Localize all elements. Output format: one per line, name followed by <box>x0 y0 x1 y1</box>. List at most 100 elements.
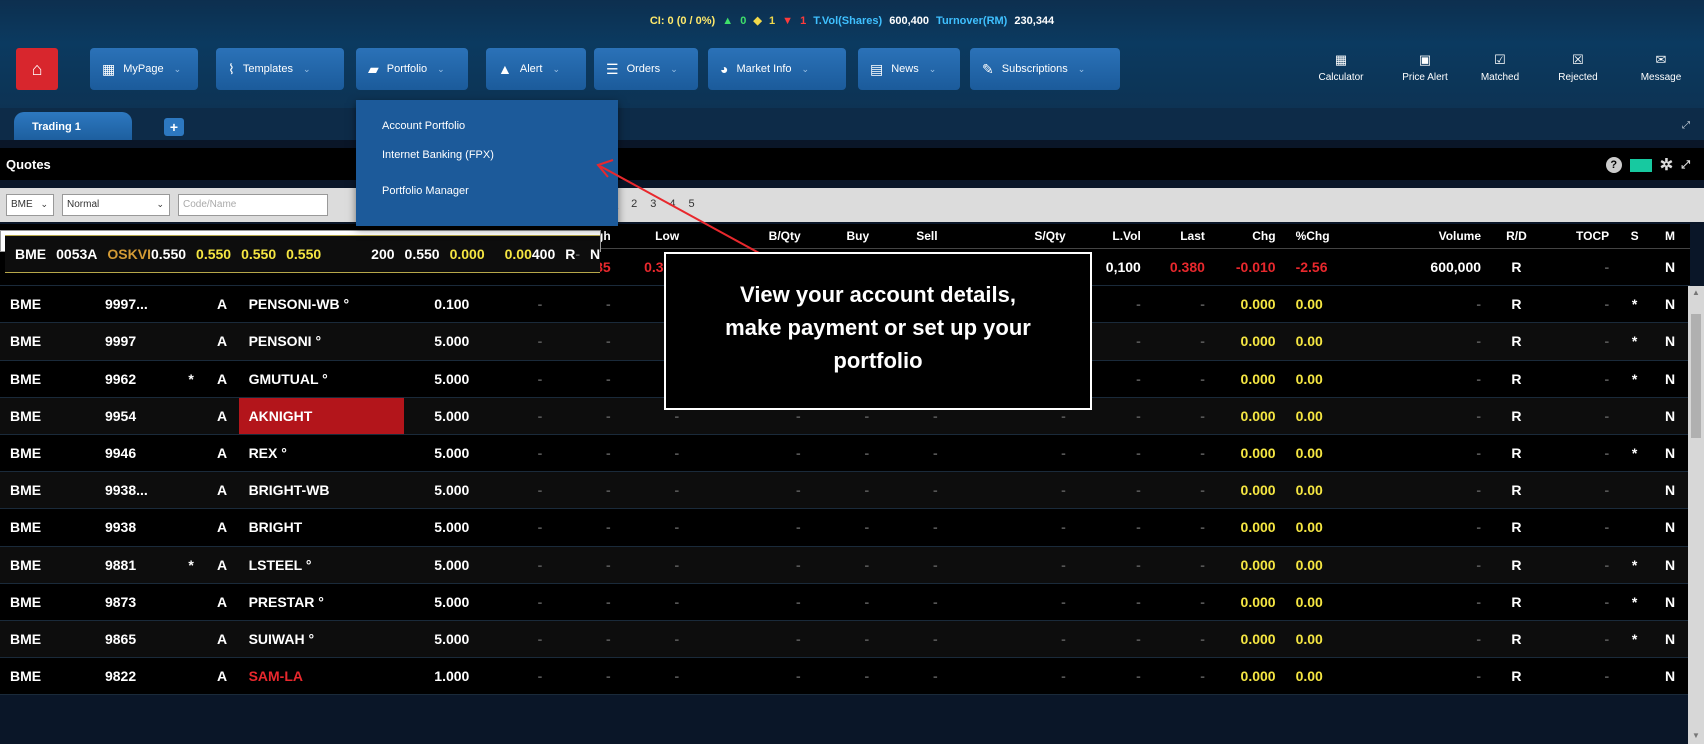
cell-high: - <box>552 620 621 659</box>
table-row[interactable]: BME 0053 A OSKVI 0.550 0.550 0.550 0.550 200 0.55… <box>0 230 602 274</box>
nav-subscriptions[interactable]: ✎ Subscriptions ⌄ <box>970 48 1120 90</box>
price-alert-button[interactable]: ▣ Price Alert <box>1390 52 1460 92</box>
calculator-button[interactable]: ▦ Calculator <box>1306 52 1376 92</box>
nav-portfolio[interactable]: ▰ Portfolio ⌄ <box>356 48 468 90</box>
cell-tocp: - <box>575 234 591 274</box>
col-header-low[interactable]: Low <box>620 224 690 249</box>
cell-pchg: 0.00 <box>1285 434 1363 473</box>
table-row[interactable]: BME 9946 A REX ° 5.000- - - - - - - - -0.000 0.00- R - *… <box>0 434 1690 473</box>
cell-pchg: 0.00 <box>1285 657 1363 696</box>
chevron-down-icon: ⌄ <box>156 199 164 209</box>
color-theme-icon[interactable] <box>1629 158 1652 172</box>
nav-mypage[interactable]: ▦ MyPage ⌄ <box>90 48 198 90</box>
cell-m: N <box>1650 508 1690 547</box>
col-header-lvol[interactable]: L.Vol <box>1075 224 1151 249</box>
tab-trading-1[interactable]: Trading 1 <box>14 112 132 140</box>
col-header-volume[interactable]: Volume <box>1362 224 1492 249</box>
cell-exch: BME <box>0 583 95 621</box>
cell-n <box>176 583 206 621</box>
cell-high: - <box>552 546 621 584</box>
cell-s: * <box>1619 583 1651 621</box>
col-header-tocp[interactable]: TOCP <box>1541 224 1620 249</box>
vertical-scrollbar[interactable]: ▲ ▼ <box>1688 286 1704 744</box>
cell-chg: 0.000 <box>449 234 495 274</box>
rejected-button[interactable]: ☒ Rejected <box>1546 52 1610 92</box>
menu-item-portfolio-manager[interactable]: Portfolio Manager <box>356 178 618 216</box>
cell-low: - <box>620 434 690 473</box>
cell-m: N <box>1650 434 1690 473</box>
nav-orders[interactable]: ☰ Orders ⌄ <box>594 48 698 90</box>
gear-icon[interactable]: ✲ <box>1660 155 1673 175</box>
col-header-m[interactable]: M <box>1650 224 1690 249</box>
cell-sqty <box>361 234 372 274</box>
cell-volume: - <box>1362 360 1492 398</box>
cell-tocp: - <box>1541 620 1620 659</box>
cell-sts: A <box>205 583 239 621</box>
cell-open: - <box>479 546 553 584</box>
page-3[interactable]: 3 <box>650 198 656 210</box>
scroll-up-icon[interactable]: ▲ <box>1692 288 1700 297</box>
cell-bqty: - <box>689 434 811 473</box>
expand-icon[interactable]: ⤢ <box>1682 120 1690 131</box>
cell-s: * <box>1619 546 1651 584</box>
add-tab-button[interactable]: + <box>164 118 184 136</box>
help-icon[interactable]: ? <box>1605 157 1622 173</box>
cell-chg: 0.000 <box>1214 397 1286 435</box>
menu-item-account-portfolio[interactable]: Account Portfolio <box>356 100 618 142</box>
col-header-bqty[interactable]: B/Qty <box>689 224 811 249</box>
cell-n <box>176 471 206 510</box>
cell-name: BRIGHT-WB <box>238 471 405 510</box>
table-row[interactable]: BME 9938... A BRIGHT-WB 5.000- - - - - - - - -0.000 0… <box>0 471 1690 510</box>
cell-last: - <box>1150 620 1215 659</box>
page-4[interactable]: 4 <box>669 198 675 210</box>
home-button[interactable]: ⌂ <box>16 48 58 90</box>
cell-tocp: - <box>1541 546 1620 584</box>
table-row[interactable]: BME 9881 * A LSTEEL ° 5.000- - - - - - - - -0.000 0.00… <box>0 546 1690 584</box>
scroll-down-icon[interactable]: ▼ <box>1692 731 1700 740</box>
table-row[interactable]: BME 9938 A BRIGHT 5.000- - - - - - - - -0.000 0.00- R -… <box>0 508 1690 547</box>
scrollbar-thumb[interactable] <box>1691 314 1701 438</box>
col-header-s[interactable]: S <box>1619 224 1651 249</box>
cell-n <box>176 322 206 361</box>
message-button[interactable]: ✉ Message <box>1626 52 1696 92</box>
col-header-rd[interactable]: R/D <box>1491 224 1542 249</box>
col-header-sell[interactable]: Sell <box>879 224 948 249</box>
col-header-buy[interactable]: Buy <box>810 224 880 249</box>
col-header-chg[interactable]: Chg <box>1214 224 1286 249</box>
cell-last: - <box>1150 657 1215 696</box>
nav-news[interactable]: ▤ News ⌄ <box>858 48 960 90</box>
nav-alert[interactable]: ▲ Alert ⌄ <box>486 48 586 90</box>
table-row[interactable]: BME 9865 A SUIWAH ° 5.000- - - - - - - - -0.000 0.00-… <box>0 620 1690 659</box>
up-count: 0 <box>740 15 747 27</box>
cell-pchg: 0.00 <box>1285 546 1363 584</box>
cell-code: 0053 <box>46 234 88 274</box>
exchange-select[interactable]: BME ⌄ <box>6 194 54 216</box>
cell-s <box>1619 508 1651 547</box>
page-5[interactable]: 5 <box>689 198 695 210</box>
tab-bar: Trading 1 + ⤢ <box>0 108 1704 140</box>
cell-code: 9997... <box>94 285 177 324</box>
cell-bqty: - <box>689 620 811 659</box>
cell-buy: - <box>810 620 880 659</box>
search-input[interactable]: Code/Name <box>178 194 328 216</box>
col-header-pchg[interactable]: %Chg <box>1285 224 1363 249</box>
col-header-last[interactable]: Last <box>1150 224 1215 249</box>
up-arrow-icon: ▲ <box>722 15 734 27</box>
mode-select[interactable]: Normal ⌄ <box>62 194 170 216</box>
nav-market-info[interactable]: ◕ Market Info ⌄ <box>708 48 846 90</box>
expand-panel-icon[interactable]: ⤢ <box>1681 159 1690 172</box>
folder-icon: ▰ <box>368 60 379 77</box>
cell-volume: - <box>1362 285 1492 324</box>
table-row[interactable]: BME 9822 A SAM-LA 1.000- - - - - - - - -0.000 0.00- R -… <box>0 657 1690 696</box>
cell-rd: R <box>1491 471 1542 510</box>
exchange-value: BME <box>11 199 33 210</box>
menu-item-internet-banking[interactable]: Internet Banking (FPX) <box>356 142 618 178</box>
cell-m: N <box>1650 471 1690 510</box>
matched-button[interactable]: ☑ Matched <box>1468 52 1532 92</box>
nav-market-info-label: Market Info <box>736 63 792 75</box>
col-header-sqty[interactable]: S/Qty <box>947 224 1076 249</box>
cell-lvol: - <box>1075 620 1151 659</box>
nav-templates[interactable]: ⌇ Templates ⌄ <box>216 48 344 90</box>
table-row[interactable]: BME 9873 A PRESTAR ° 5.000- - - - - - - - -0.000 0.00… <box>0 583 1690 621</box>
page-2[interactable]: 2 <box>631 198 637 210</box>
